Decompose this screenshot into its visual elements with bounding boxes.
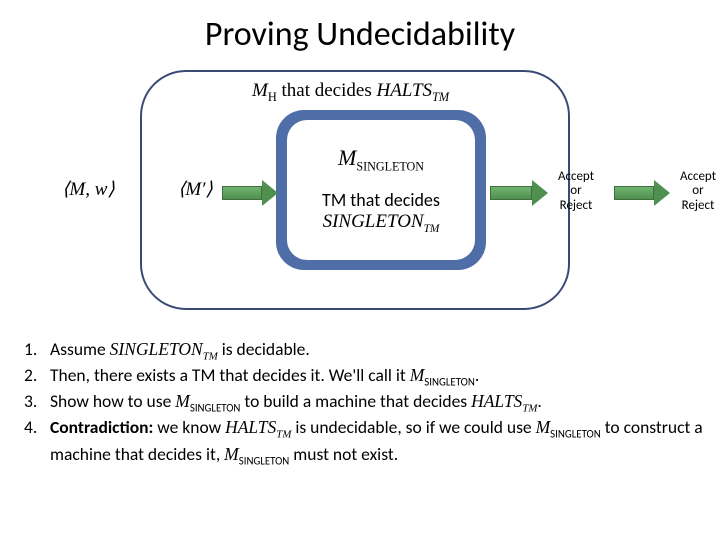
arrow-icon bbox=[614, 180, 670, 206]
outer-halts: HALTS bbox=[376, 80, 432, 101]
step-4: 4. Contradiction: we know HALTSTM is und… bbox=[24, 416, 704, 468]
outer-accept-reject: Accept or Reject bbox=[668, 170, 720, 213]
singleton-text: SINGLETON bbox=[323, 211, 424, 232]
inner-sub: SINGLETON bbox=[356, 160, 424, 174]
input-mprime: ⟨M′⟩ bbox=[178, 178, 213, 201]
arrow-icon bbox=[222, 180, 278, 206]
msingleton-label: MSINGLETON bbox=[338, 145, 424, 174]
inner-machine-content: MSINGLETON TM that decides SINGLETONTM bbox=[287, 120, 475, 260]
inner-machine-box: MSINGLETON TM that decides SINGLETONTM bbox=[276, 110, 486, 270]
tm-decides-line: TM that decides bbox=[322, 189, 440, 211]
or-text: or bbox=[692, 183, 703, 198]
outer-mid: that decides bbox=[277, 80, 377, 101]
step-text: Then, there exists a TM that decides it.… bbox=[50, 364, 704, 390]
reject-text: Reject bbox=[682, 198, 715, 213]
step-3: 3. Show how to use MSINGLETON to build a… bbox=[24, 390, 704, 416]
arrow-icon bbox=[490, 180, 548, 206]
step-number: 1. bbox=[24, 338, 50, 364]
singleton-sub: TM bbox=[424, 223, 440, 235]
diagram: MH that decides HALTSTM MSINGLETON TM th… bbox=[80, 70, 700, 320]
slide-title: Proving Undecidability bbox=[0, 0, 720, 55]
accept-text: Accept bbox=[680, 169, 716, 184]
step-text: Contradiction: we know HALTSTM is undeci… bbox=[50, 416, 704, 468]
outer-halts-sub: TM bbox=[432, 90, 449, 104]
singleton-tm-line: SINGLETONTM bbox=[323, 211, 440, 235]
step-number: 4. bbox=[24, 416, 50, 468]
outer-H-sub: H bbox=[268, 90, 277, 104]
outer-M: M bbox=[252, 80, 268, 101]
step-1: 1. Assume SINGLETONTM is decidable. bbox=[24, 338, 704, 364]
outer-machine-label: MH that decides HALTSTM bbox=[252, 80, 449, 105]
step-number: 2. bbox=[24, 364, 50, 390]
input-mw: ⟨M, w⟩ bbox=[62, 178, 115, 201]
proof-steps: 1. Assume SINGLETONTM is decidable. 2. T… bbox=[24, 338, 704, 469]
step-2: 2. Then, there exists a TM that decides … bbox=[24, 364, 704, 390]
reject-text: Reject bbox=[560, 198, 593, 213]
inner-accept-reject: Accept or Reject bbox=[546, 170, 606, 213]
accept-text: Accept bbox=[558, 169, 594, 184]
step-text: Show how to use MSINGLETON to build a ma… bbox=[50, 390, 704, 416]
step-number: 3. bbox=[24, 390, 50, 416]
step-text: Assume SINGLETONTM is decidable. bbox=[50, 338, 704, 364]
or-text: or bbox=[570, 183, 581, 198]
inner-M: M bbox=[338, 145, 356, 170]
